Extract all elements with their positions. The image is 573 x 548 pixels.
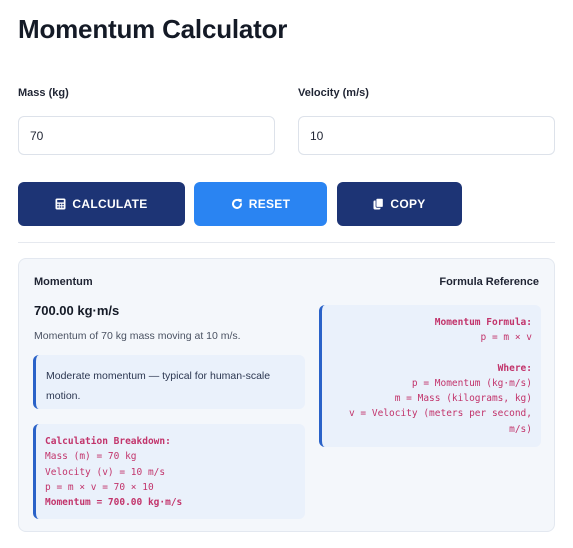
breakdown-line: p = m × v = 70 × 10 bbox=[45, 481, 154, 493]
mass-input[interactable] bbox=[18, 116, 275, 155]
result-value: 700.00 kg·m/s bbox=[34, 303, 120, 318]
velocity-label: Velocity (m/s) bbox=[298, 87, 369, 99]
copy-icon bbox=[373, 198, 384, 210]
breakdown-line: Mass (m) = 70 kg bbox=[45, 451, 137, 463]
where-line: v = Velocity (meters per second, bbox=[348, 408, 532, 420]
copy-button[interactable]: COPY bbox=[337, 182, 462, 226]
calculator-icon bbox=[55, 198, 66, 210]
reset-button[interactable]: RESET bbox=[194, 182, 327, 226]
mass-label: Mass (kg) bbox=[18, 87, 69, 99]
results-panel: Momentum 700.00 kg·m/s Momentum of 70 kg… bbox=[18, 258, 555, 532]
breakdown-title: Calculation Breakdown: bbox=[45, 436, 171, 447]
result-description: Momentum of 70 kg mass moving at 10 m/s. bbox=[34, 330, 241, 342]
where-line: m = Mass (kilograms, kg) bbox=[394, 393, 532, 405]
calculate-label: CALCULATE bbox=[72, 197, 148, 211]
where-line: m/s) bbox=[509, 423, 532, 435]
result-note: Moderate momentum — typical for human-sc… bbox=[33, 355, 305, 409]
breakdown-total: Momentum = 700.00 kg·m/s bbox=[45, 497, 183, 509]
velocity-input[interactable] bbox=[298, 116, 555, 155]
result-heading: Momentum bbox=[34, 276, 93, 288]
page-title: Momentum Calculator bbox=[18, 14, 288, 44]
calculate-button[interactable]: CALCULATE bbox=[18, 182, 185, 226]
formula-expression: p = m × v bbox=[480, 332, 532, 344]
formula-reference: Momentum Formula: p = m × v Where: p = M… bbox=[319, 305, 541, 447]
copy-label: COPY bbox=[390, 197, 426, 211]
redo-icon bbox=[231, 198, 243, 210]
reset-label: RESET bbox=[248, 197, 291, 211]
where-title: Where: bbox=[497, 362, 532, 374]
formula-title: Momentum Formula: bbox=[434, 317, 532, 328]
breakdown-line: Velocity (v) = 10 m/s bbox=[45, 466, 166, 478]
calculation-breakdown: Calculation Breakdown: Mass (m) = 70 kg … bbox=[33, 424, 305, 519]
where-line: p = Momentum (kg·m/s) bbox=[411, 377, 532, 389]
divider bbox=[18, 242, 555, 243]
formula-reference-heading: Formula Reference bbox=[439, 276, 539, 288]
